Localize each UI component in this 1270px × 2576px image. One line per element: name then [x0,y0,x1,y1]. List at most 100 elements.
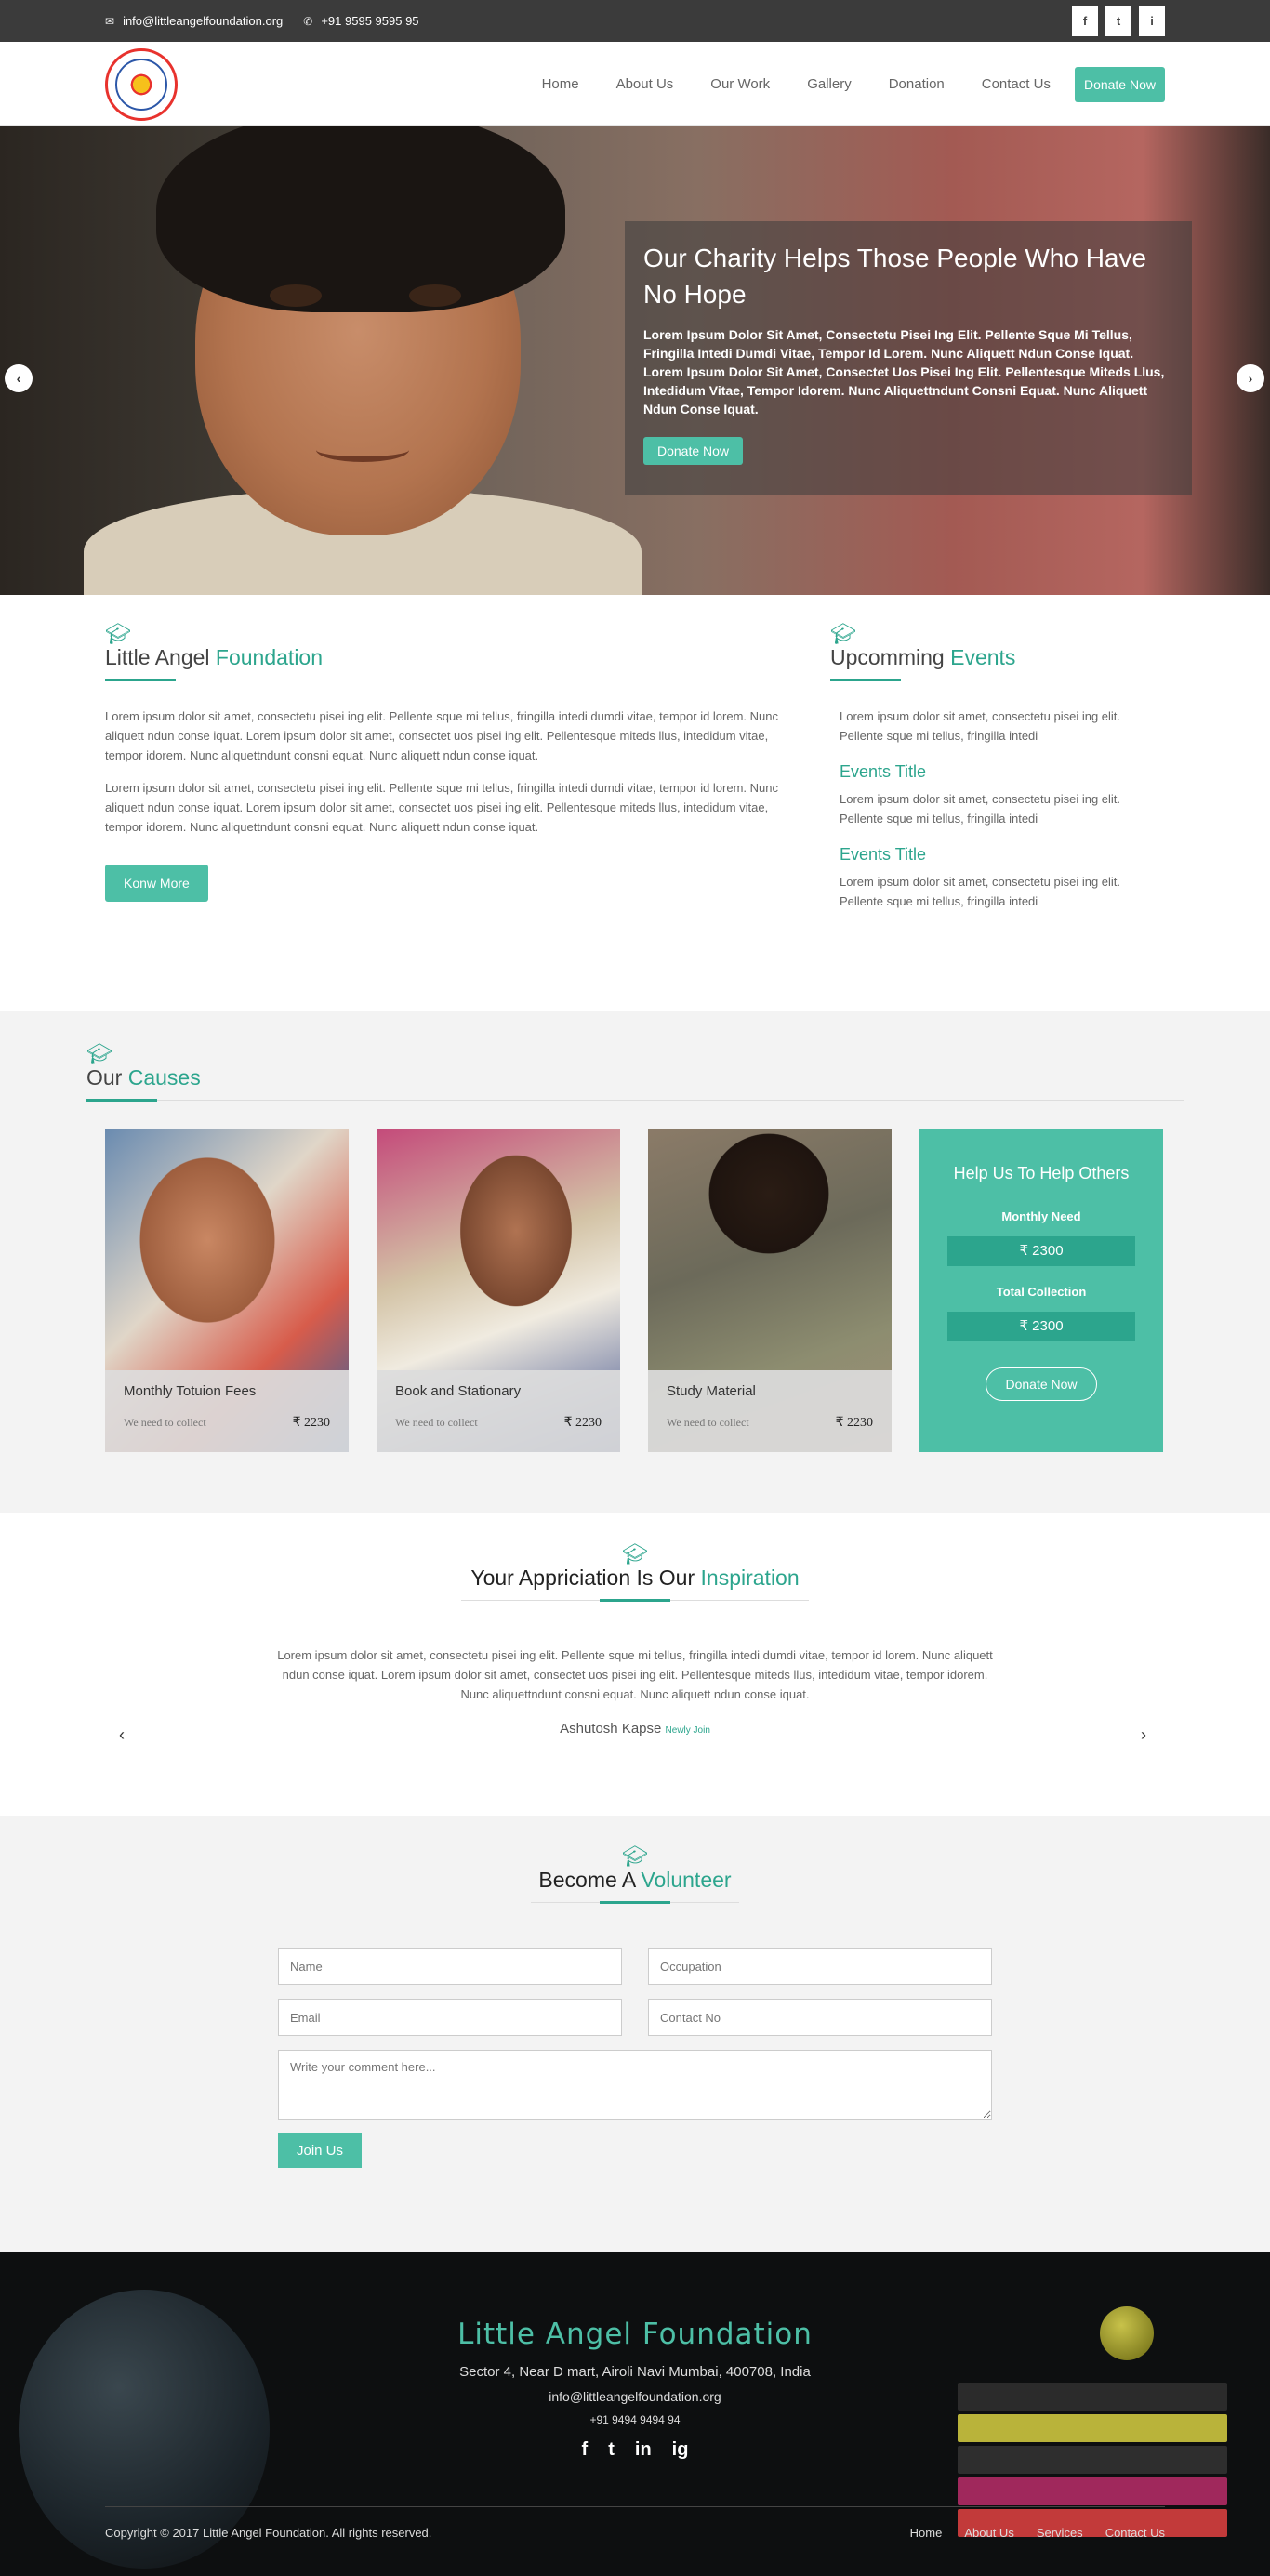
slider-prev-icon[interactable]: ‹ [5,364,33,392]
help-title: Help Us To Help Others [953,1164,1130,1182]
footer-link-about-us[interactable]: About Us [964,2526,1013,2540]
top-bar: ✉ info@littleangelfoundation.org ✆ +91 9… [0,0,1270,42]
testimonial-quote: Lorem ipsum dolor sit amet, consectetu p… [277,1648,993,1701]
cause-info: Monthly Totuion Fees We need to collect … [105,1370,349,1452]
book [958,2477,1227,2505]
topbar-socials: f t i [1072,6,1165,36]
event-title[interactable]: Events Title [840,762,1156,782]
cause-info: Book and Stationary We need to collect ₹… [377,1370,620,1452]
testimonial-title: Your Appriciation Is Our Inspiration [461,1565,809,1591]
footer-info: Little Angel Foundation Sector 4, Near D… [0,2252,1270,2461]
footer-socials: f t in ig [0,2439,1270,2461]
about-title: Little Angel Foundation [105,645,802,670]
occupation-input[interactable] [648,1948,992,1985]
nav-donate-button[interactable]: Donate Now [1074,66,1165,102]
contact-input[interactable] [648,1999,992,2036]
monthly-need-label: Monthly Need [1001,1209,1081,1223]
site-logo[interactable] [105,47,178,121]
cause-row: We need to collect ₹ 2230 [667,1415,873,1431]
nav-gallery[interactable]: Gallery [807,76,852,92]
twitter-icon[interactable]: t [1105,6,1131,36]
graduation-cap-icon: 🎓︎ [86,1042,112,1065]
topbar-email[interactable]: ✉ info@littleangelfoundation.org [105,14,283,28]
author-tag: Newly Join [665,1725,710,1736]
volunteer-title-highlight: Volunteer [641,1868,732,1892]
causes-heading: 🎓︎ Our Causes [86,1042,1184,1102]
cause-amount: ₹ 2230 [835,1416,873,1430]
join-us-button[interactable]: Join Us [278,2133,363,2168]
cause-need: We need to collect [395,1416,478,1429]
hero-photo-eye [409,284,461,307]
twitter-icon[interactable]: t [608,2439,615,2461]
about-title-plain: Little Angel [105,645,210,669]
linkedin-icon[interactable]: in [635,2439,652,2461]
volunteer-form: Join Us [278,1948,992,2168]
nav-contact-us[interactable]: Contact Us [982,76,1051,92]
footer-address: Sector 4, Near D mart, Airoli Navi Mumba… [459,2364,811,2380]
events-title-highlight: Events [950,645,1016,669]
facebook-icon[interactable]: f [582,2439,589,2461]
events-title-plain: Upcomming [830,645,945,669]
cause-title: Book and Stationary [395,1383,522,1399]
cause-card[interactable]: Monthly Totuion Fees We need to collect … [105,1129,349,1452]
total-collection-label: Total Collection [996,1285,1087,1299]
help-card: Help Us To Help Others Monthly Need ₹ 23… [919,1129,1163,1452]
footer: Little Angel Foundation Sector 4, Near D… [0,2252,1270,2576]
nav-about-us[interactable]: About Us [616,76,674,92]
cause-card[interactable]: Book and Stationary We need to collect ₹… [377,1129,620,1452]
logo-emblem-icon [125,67,158,101]
hero-photo-eye [270,284,322,307]
causes-title-highlight: Causes [127,1065,201,1090]
testimonial-prev-icon[interactable]: ‹ [119,1725,125,1745]
nav-home[interactable]: Home [542,76,579,92]
instagram-icon[interactable]: ig [672,2439,689,2461]
author-name: Ashutosh Kapse [560,1721,662,1737]
section-divider [86,1099,1184,1102]
cause-card[interactable]: Study Material We need to collect ₹ 2230 [648,1129,892,1452]
about-title-highlight: Foundation [215,645,324,669]
name-input[interactable] [278,1948,622,1985]
events-column: 🎓︎ Upcomming Events Lorem ipsum dolor si… [830,623,1165,939]
graduation-cap-icon: 🎓︎ [105,622,131,645]
instagram-icon[interactable]: i [1139,6,1165,36]
causes-section: 🎓︎ Our Causes Monthly Totuion Fees We ne… [0,1011,1270,1513]
phone-icon: ✆ [303,14,313,28]
slider-next-icon[interactable]: › [1237,364,1264,392]
testimonial-next-icon[interactable]: › [1141,1725,1146,1745]
email-input[interactable] [278,1999,622,2036]
event-title[interactable]: Events Title [840,845,1156,865]
know-more-button[interactable]: Konw More [105,865,208,902]
causes-title: Our Causes [86,1065,1184,1090]
facebook-icon[interactable]: f [1072,6,1098,36]
cause-row: We need to collect ₹ 2230 [124,1415,330,1431]
monthly-need-value: ₹ 2300 [947,1236,1135,1266]
footer-email[interactable]: info@littleangelfoundation.org [0,2389,1270,2404]
footer-phone[interactable]: +91 9494 9494 94 [0,2413,1270,2426]
testimonial-heading: 🎓︎ Your Appriciation Is Our Inspiration [461,1542,809,1602]
nav-our-work[interactable]: Our Work [710,76,770,92]
help-donate-button[interactable]: Donate Now [986,1367,1097,1401]
footer-link-services[interactable]: Services [1037,2526,1083,2540]
hero-donate-button[interactable]: Donate Now [643,437,744,465]
navbar: Home About Us Our Work Gallery Donation … [0,42,1270,126]
testimonial-author: Ashutosh Kapse Newly Join [0,1721,1270,1737]
footer-link-home[interactable]: Home [910,2526,943,2540]
testimonial-title-plain: Your Appriciation Is Our [470,1565,695,1590]
graduation-cap-icon: 🎓︎ [622,1542,648,1565]
cause-title: Study Material [667,1383,756,1399]
testimonial-title-highlight: Inspiration [700,1565,800,1590]
topbar-phone-text[interactable]: +91 9595 9595 95 [321,14,418,28]
cause-need: We need to collect [667,1416,749,1429]
cause-amount: ₹ 2230 [563,1416,602,1430]
footer-link-contact-us[interactable]: Contact Us [1105,2526,1165,2540]
nav-donation[interactable]: Donation [889,76,945,92]
volunteer-section: 🎓︎ Become A Volunteer Join Us [0,1816,1270,2252]
topbar-email-text[interactable]: info@littleangelfoundation.org [123,14,283,28]
hero-slider: Our Charity Helps Those People Who Have … [0,126,1270,595]
event-intro: Lorem ipsum dolor sit amet, consectetu p… [840,709,1121,743]
about-section: 🎓︎ Little Angel Foundation Lorem ipsum d… [0,595,1270,1011]
topbar-phone[interactable]: ✆ +91 9595 9595 95 [303,14,418,28]
comment-textarea[interactable] [278,2050,992,2120]
about-paragraph: Lorem ipsum dolor sit amet, consectetu p… [105,709,779,762]
events-scroller[interactable]: Lorem ipsum dolor sit amet, consectetu p… [830,707,1165,939]
